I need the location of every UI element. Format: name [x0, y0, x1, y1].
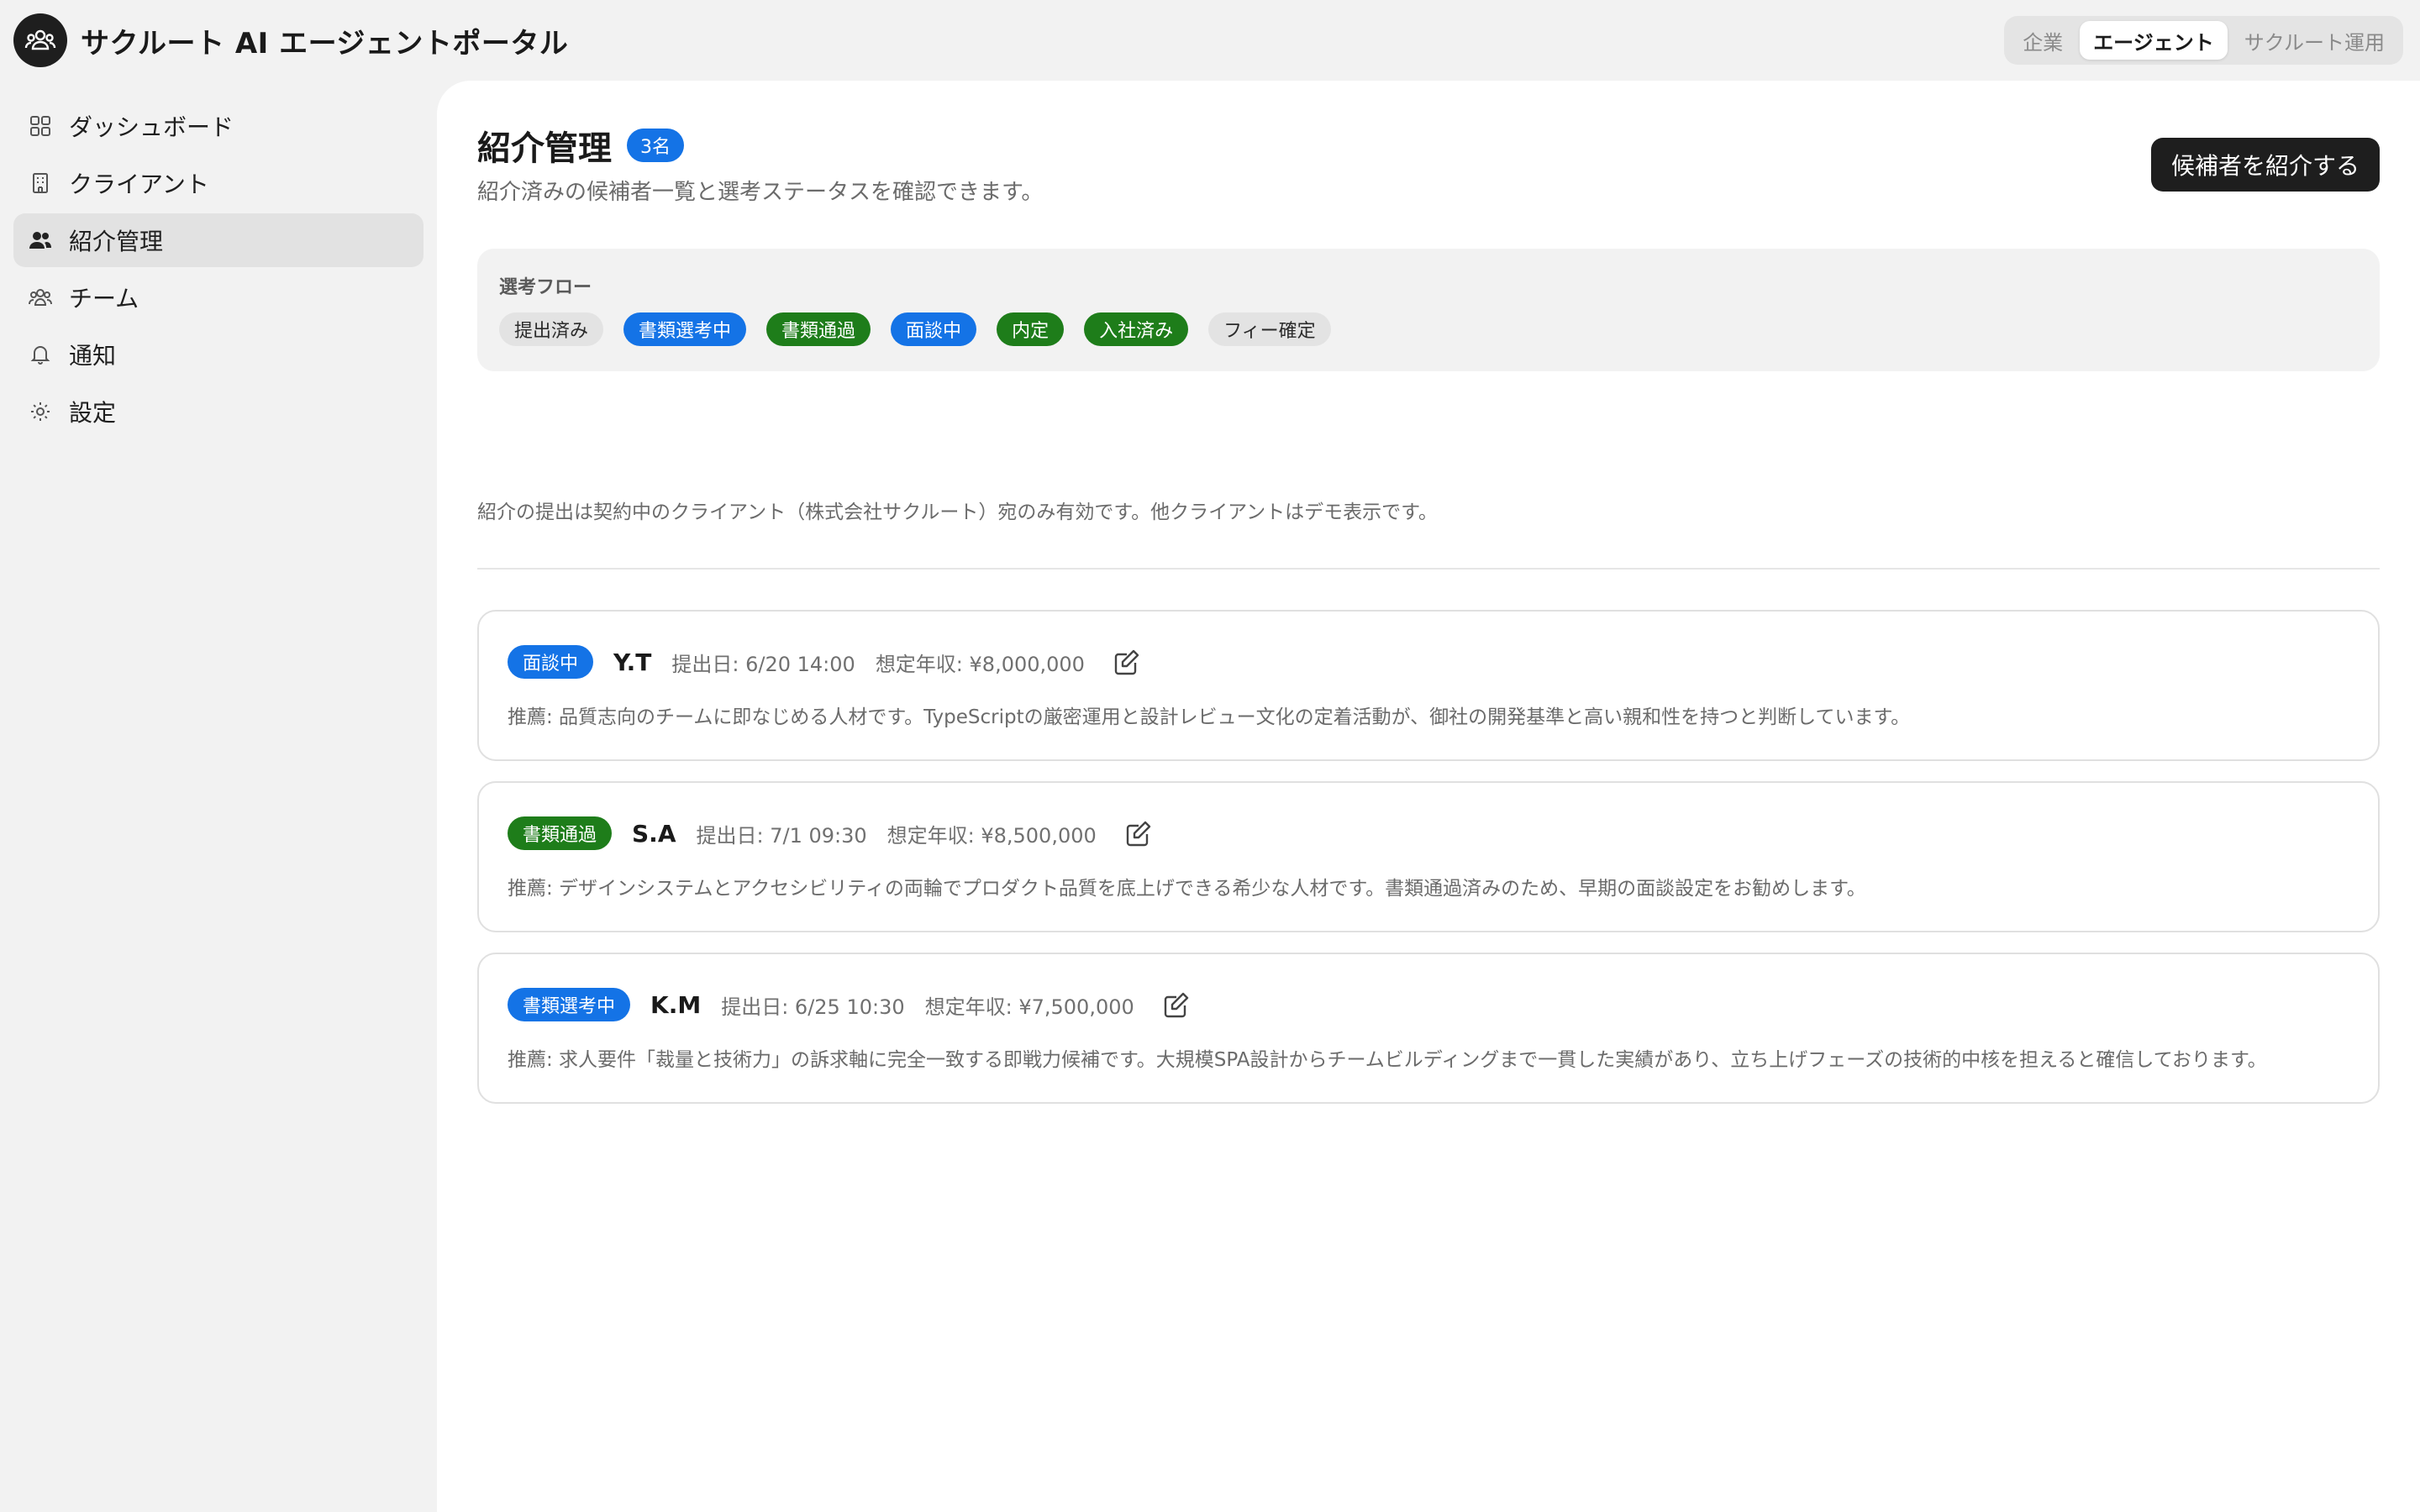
status-badge: 書類通過	[508, 816, 613, 850]
recommendation-text: 推薦: 品質志向のチームに即なじめる人材です。TypeScriptの厳密運用と設…	[508, 706, 1911, 728]
referral-card[interactable]: 書類通過 S.A 提出日: 7/1 09:30 想定年収: ¥8,500,000…	[477, 781, 2380, 932]
status-badge: 書類選考中	[508, 988, 631, 1021]
expected-salary: 想定年収: ¥7,500,000	[924, 995, 1134, 1019]
sidebar-item-dashboard[interactable]: ダッシュボード	[13, 99, 424, 153]
brand: サクルート AI エージェントポータル	[13, 13, 568, 67]
candidate-name: Y.T	[613, 648, 652, 676]
edit-icon[interactable]	[1122, 816, 1155, 850]
divider	[477, 568, 2380, 570]
count-badge: 3名	[627, 129, 684, 162]
dashboard-grid-icon	[29, 114, 52, 138]
building-icon	[29, 171, 52, 195]
flow-step-offer: 内定	[997, 312, 1065, 346]
submitted-date: 提出日: 6/20 14:00	[671, 652, 855, 676]
submitted-date: 提出日: 6/25 10:30	[721, 995, 905, 1019]
sidebar-item-label: クライアント	[69, 171, 209, 198]
top-bar: サクルート AI エージェントポータル 企業 エージェント サクルート運用	[0, 0, 2420, 81]
expected-salary: 想定年収: ¥8,500,000	[886, 823, 1097, 848]
page-title: 紹介管理	[477, 129, 612, 168]
edit-icon[interactable]	[1110, 645, 1144, 679]
sidebar-item-clients[interactable]: クライアント	[13, 156, 424, 210]
sidebar: ダッシュボード クライアント 紹介管理 チーム 通知 設定	[13, 99, 424, 442]
referral-card-header: 面談中 Y.T 提出日: 6/20 14:00 想定年収: ¥8,000,000	[508, 645, 1144, 679]
edit-icon[interactable]	[1160, 988, 1193, 1021]
bell-icon	[29, 343, 52, 366]
selection-flow-steps: 提出済み 書類選考中 書類通過 面談中 内定 入社済み フィー確定	[499, 312, 2358, 346]
sidebar-item-label: 紹介管理	[69, 228, 164, 255]
flow-step-document-passed: 書類通過	[766, 312, 871, 346]
role-tab-operations[interactable]: サクルート運用	[2231, 21, 2398, 60]
page-subtitle: 紹介済みの候補者一覧と選考ステータスを確認できます。	[477, 180, 1044, 205]
flow-step-interviewing: 面談中	[891, 312, 977, 346]
sidebar-item-settings[interactable]: 設定	[13, 385, 424, 438]
app-title: サクルート AI エージェントポータル	[81, 26, 569, 60]
refer-candidate-button[interactable]: 候補者を紹介する	[2150, 138, 2380, 192]
status-badge: 面談中	[508, 645, 594, 679]
sidebar-item-notifications[interactable]: 通知	[13, 328, 424, 381]
submitted-date: 提出日: 7/1 09:30	[696, 823, 867, 848]
role-switch: 企業 エージェント サクルート運用	[2004, 16, 2403, 65]
team-icon	[29, 286, 52, 309]
role-tab-agent[interactable]: エージェント	[2080, 21, 2228, 60]
referral-card-header: 書類通過 S.A 提出日: 7/1 09:30 想定年収: ¥8,500,000	[508, 816, 1155, 850]
candidate-name: S.A	[632, 819, 676, 848]
selection-flow-panel: 選考フロー 提出済み 書類選考中 書類通過 面談中 内定 入社済み フィー確定	[477, 249, 2380, 371]
sidebar-item-label: チーム	[69, 285, 139, 312]
flow-step-fee-confirmed: フィー確定	[1208, 312, 1331, 346]
flow-step-document-screening: 書類選考中	[623, 312, 747, 346]
main-panel: 紹介管理 3名 紹介済みの候補者一覧と選考ステータスを確認できます。 候補者を紹…	[437, 81, 2420, 1512]
flow-step-joined: 入社済み	[1084, 312, 1189, 346]
recommendation-text: 推薦: 求人要件「裁量と技術力」の訴求軸に完全一致する即戦力候補です。大規模SP…	[508, 1049, 2267, 1071]
notice-text: 紹介の提出は契約中のクライアント（株式会社サクルート）宛のみ有効です。他クライア…	[477, 501, 1438, 523]
page-title-row: 紹介管理 3名	[477, 121, 684, 170]
sidebar-item-label: 通知	[69, 342, 117, 370]
sidebar-item-label: ダッシュボード	[69, 113, 234, 141]
candidate-name: K.M	[650, 990, 702, 1019]
role-tab-company[interactable]: 企業	[2009, 21, 2076, 60]
referral-card-header: 書類選考中 K.M 提出日: 6/25 10:30 想定年収: ¥7,500,0…	[508, 988, 1193, 1021]
sidebar-item-referrals[interactable]: 紹介管理	[13, 213, 424, 267]
referral-card[interactable]: 書類選考中 K.M 提出日: 6/25 10:30 想定年収: ¥7,500,0…	[477, 953, 2380, 1104]
users-icon	[29, 228, 52, 252]
sidebar-item-team[interactable]: チーム	[13, 270, 424, 324]
selection-flow-label: 選考フロー	[499, 277, 592, 298]
people-group-icon[interactable]	[13, 13, 67, 67]
referral-list: 面談中 Y.T 提出日: 6/20 14:00 想定年収: ¥8,000,000…	[477, 610, 2380, 1124]
sidebar-item-label: 設定	[69, 399, 117, 427]
recommendation-text: 推薦: デザインシステムとアクセシビリティの両輪でプロダクト品質を底上げできる希…	[508, 878, 1866, 900]
expected-salary: 想定年収: ¥8,000,000	[875, 652, 1085, 676]
gear-icon	[29, 400, 52, 423]
flow-step-submitted: 提出済み	[499, 312, 604, 346]
referral-card[interactable]: 面談中 Y.T 提出日: 6/20 14:00 想定年収: ¥8,000,000…	[477, 610, 2380, 761]
